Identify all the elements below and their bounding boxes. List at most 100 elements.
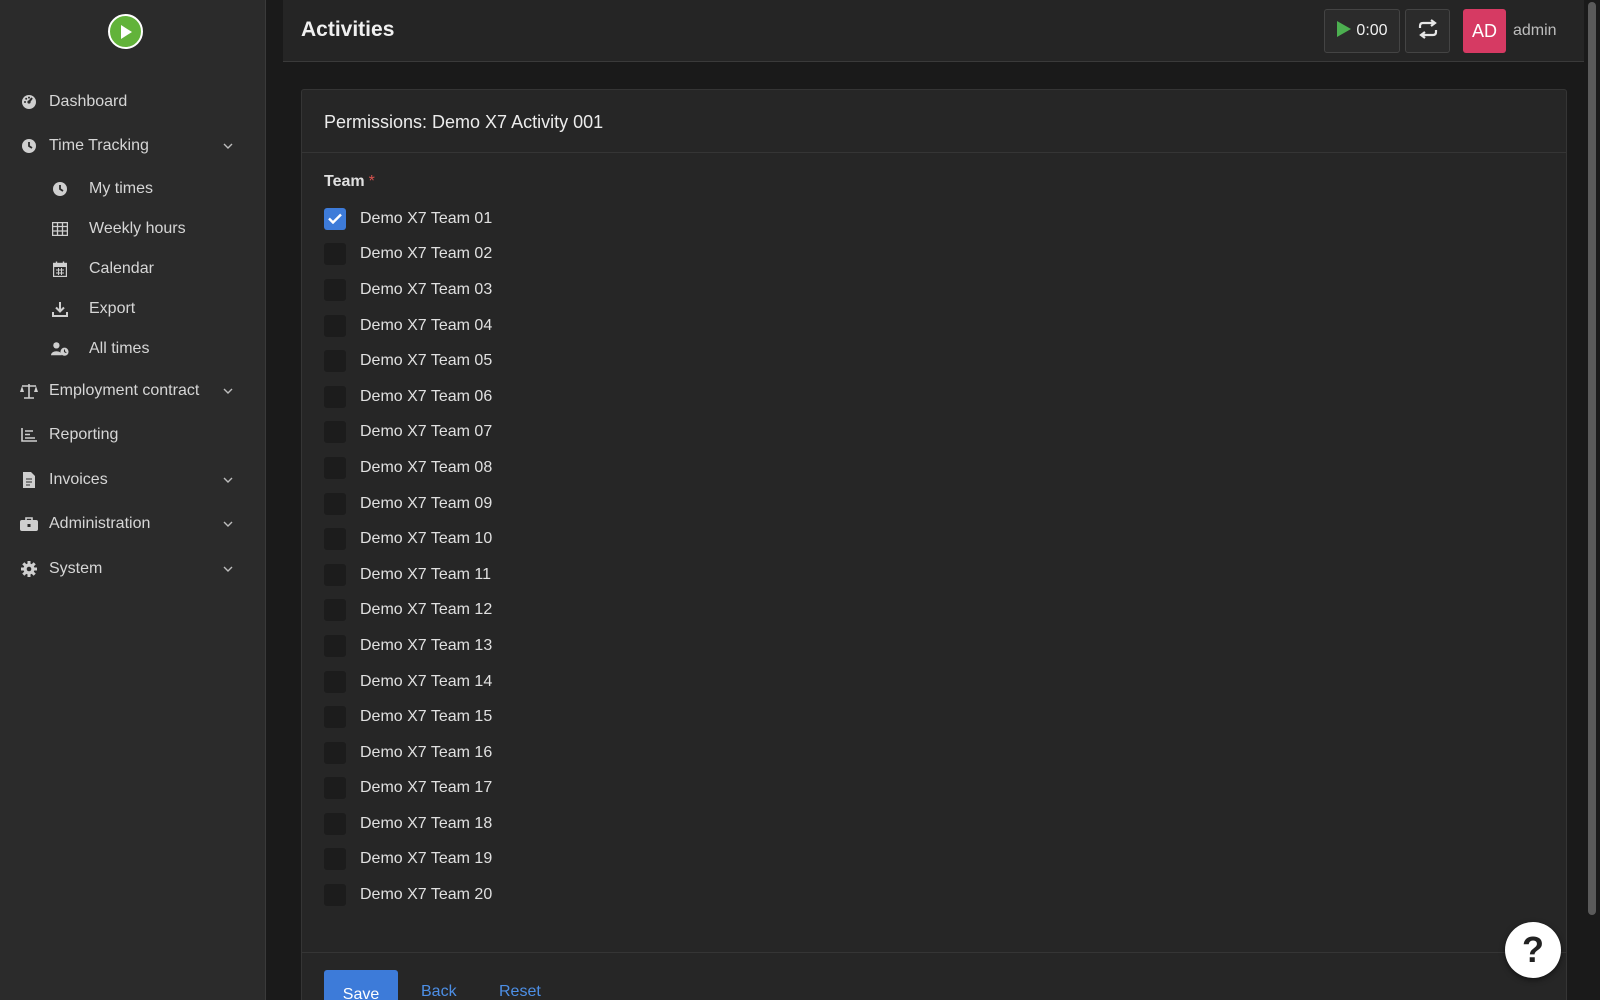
team-checkbox-label[interactable]: Demo X7 Team 17 — [360, 779, 492, 797]
team-checkbox-label[interactable]: Demo X7 Team 01 — [360, 210, 492, 228]
team-checkbox[interactable] — [324, 706, 346, 729]
chevron-down-icon — [222, 385, 234, 397]
team-checkbox-label[interactable]: Demo X7 Team 15 — [360, 708, 492, 726]
team-checkbox-row[interactable]: Demo X7 Team 15 — [324, 699, 492, 735]
team-checkbox[interactable] — [324, 563, 346, 586]
sidebar-item-label: Weekly hours — [89, 220, 186, 237]
team-checkbox-row[interactable]: Demo X7 Team 06 — [324, 379, 492, 415]
sidebar-item-employment-contract[interactable]: Employment contract — [0, 371, 266, 411]
chevron-down-icon — [222, 474, 234, 486]
team-checkbox[interactable] — [324, 634, 346, 657]
team-checkbox[interactable] — [324, 207, 346, 230]
team-checkbox-row[interactable]: Demo X7 Team 10 — [324, 521, 492, 557]
calendar-icon — [51, 260, 69, 278]
team-checkbox[interactable] — [324, 350, 346, 373]
sidebar-item-time-tracking[interactable]: Time Tracking — [0, 126, 266, 166]
divider — [302, 152, 1566, 153]
sidebar-item-dashboard[interactable]: Dashboard — [0, 82, 266, 122]
team-checkbox-row[interactable]: Demo X7 Team 03 — [324, 272, 492, 308]
team-checkbox[interactable] — [324, 884, 346, 907]
team-checkbox-row[interactable]: Demo X7 Team 07 — [324, 415, 492, 451]
team-checkbox-label[interactable]: Demo X7 Team 12 — [360, 601, 492, 619]
team-checkbox-label[interactable]: Demo X7 Team 16 — [360, 744, 492, 762]
username-label[interactable]: admin — [1513, 22, 1557, 40]
team-checkbox-label[interactable]: Demo X7 Team 11 — [360, 566, 491, 584]
team-checkbox[interactable] — [324, 314, 346, 337]
team-checkbox-label[interactable]: Demo X7 Team 10 — [360, 530, 492, 548]
help-button[interactable]: ? — [1505, 922, 1561, 978]
team-checkbox[interactable] — [324, 777, 346, 800]
top-header: Activities 0:00 AD admin — [283, 0, 1584, 62]
team-checkbox-row[interactable]: Demo X7 Team 18 — [324, 806, 492, 842]
team-checkbox-label[interactable]: Demo X7 Team 20 — [360, 886, 492, 904]
team-checkbox-row[interactable]: Demo X7 Team 16 — [324, 735, 492, 771]
team-checkbox-label[interactable]: Demo X7 Team 02 — [360, 245, 492, 263]
sidebar-item-system[interactable]: System — [0, 549, 266, 589]
team-checkbox-row[interactable]: Demo X7 Team 19 — [324, 842, 492, 878]
team-checkbox-row[interactable]: Demo X7 Team 01 — [324, 201, 492, 237]
scrollbar-thumb[interactable] — [1588, 2, 1596, 915]
team-checkbox-label[interactable]: Demo X7 Team 09 — [360, 495, 492, 513]
required-marker: * — [368, 173, 375, 190]
team-checkbox-label[interactable]: Demo X7 Team 19 — [360, 850, 492, 868]
team-checkbox[interactable] — [324, 812, 346, 835]
team-checkbox[interactable] — [324, 670, 346, 693]
sidebar-item-export[interactable]: Export — [0, 291, 266, 327]
app-logo-play-icon[interactable] — [108, 14, 143, 49]
sidebar-item-administration[interactable]: Administration — [0, 504, 266, 544]
permissions-card: Permissions: Demo X7 Activity 001 Team * … — [301, 89, 1567, 1000]
back-button[interactable]: Back — [421, 983, 457, 1000]
team-checkbox[interactable] — [324, 385, 346, 408]
team-checkbox-label[interactable]: Demo X7 Team 05 — [360, 352, 492, 370]
team-label-text: Team — [324, 173, 365, 190]
team-checkbox[interactable] — [324, 848, 346, 871]
team-checkbox-row[interactable]: Demo X7 Team 02 — [324, 237, 492, 273]
team-checkbox-label[interactable]: Demo X7 Team 03 — [360, 281, 492, 299]
sidebar-item-invoices[interactable]: Invoices — [0, 460, 266, 500]
avatar[interactable]: AD — [1463, 9, 1506, 53]
team-checkbox-row[interactable]: Demo X7 Team 12 — [324, 593, 492, 629]
reset-button[interactable]: Reset — [499, 983, 541, 1000]
chevron-down-icon — [222, 563, 234, 575]
sidebar-item-all-times[interactable]: All times — [0, 331, 266, 367]
dashboard-icon — [20, 93, 38, 111]
team-checkbox-row[interactable]: Demo X7 Team 20 — [324, 877, 492, 913]
team-checkbox[interactable] — [324, 741, 346, 764]
team-checkbox-row[interactable]: Demo X7 Team 13 — [324, 628, 492, 664]
scale-icon — [20, 382, 38, 400]
team-checkbox-row[interactable]: Demo X7 Team 11 — [324, 557, 492, 593]
team-checkbox-row[interactable]: Demo X7 Team 17 — [324, 771, 492, 807]
team-checkbox[interactable] — [324, 492, 346, 515]
team-checkbox-label[interactable]: Demo X7 Team 06 — [360, 388, 492, 406]
refresh-button[interactable] — [1405, 9, 1450, 53]
sidebar-item-my-times[interactable]: My times — [0, 171, 266, 207]
team-checkbox-label[interactable]: Demo X7 Team 18 — [360, 815, 492, 833]
team-checkbox-row[interactable]: Demo X7 Team 09 — [324, 486, 492, 522]
team-checkbox[interactable] — [324, 243, 346, 266]
sidebar-item-label: Time Tracking — [49, 137, 149, 154]
team-checkbox-label[interactable]: Demo X7 Team 07 — [360, 423, 492, 441]
sidebar-item-weekly-hours[interactable]: Weekly hours — [0, 211, 266, 247]
sidebar-item-calendar[interactable]: Calendar — [0, 251, 266, 287]
sidebar-item-label: My times — [89, 180, 153, 197]
team-checkbox[interactable] — [324, 528, 346, 551]
start-timer-button[interactable]: 0:00 — [1324, 9, 1400, 53]
team-checkbox[interactable] — [324, 456, 346, 479]
chevron-down-icon — [222, 518, 234, 530]
team-checkbox[interactable] — [324, 599, 346, 622]
save-button[interactable]: Save — [324, 970, 398, 1000]
team-checkbox-label[interactable]: Demo X7 Team 04 — [360, 317, 492, 335]
team-checkbox-label[interactable]: Demo X7 Team 13 — [360, 637, 492, 655]
team-checkbox[interactable] — [324, 421, 346, 444]
team-checkbox-label[interactable]: Demo X7 Team 14 — [360, 673, 492, 691]
team-checkbox-label[interactable]: Demo X7 Team 08 — [360, 459, 492, 477]
sidebar-item-reporting[interactable]: Reporting — [0, 415, 266, 455]
team-checkbox-row[interactable]: Demo X7 Team 05 — [324, 343, 492, 379]
team-checkbox[interactable] — [324, 278, 346, 301]
team-checkbox-row[interactable]: Demo X7 Team 08 — [324, 450, 492, 486]
sidebar-item-label: System — [49, 560, 103, 577]
sidebar-item-label: Dashboard — [49, 93, 128, 110]
chart-icon — [20, 426, 38, 444]
team-checkbox-row[interactable]: Demo X7 Team 14 — [324, 664, 492, 700]
team-checkbox-row[interactable]: Demo X7 Team 04 — [324, 308, 492, 344]
